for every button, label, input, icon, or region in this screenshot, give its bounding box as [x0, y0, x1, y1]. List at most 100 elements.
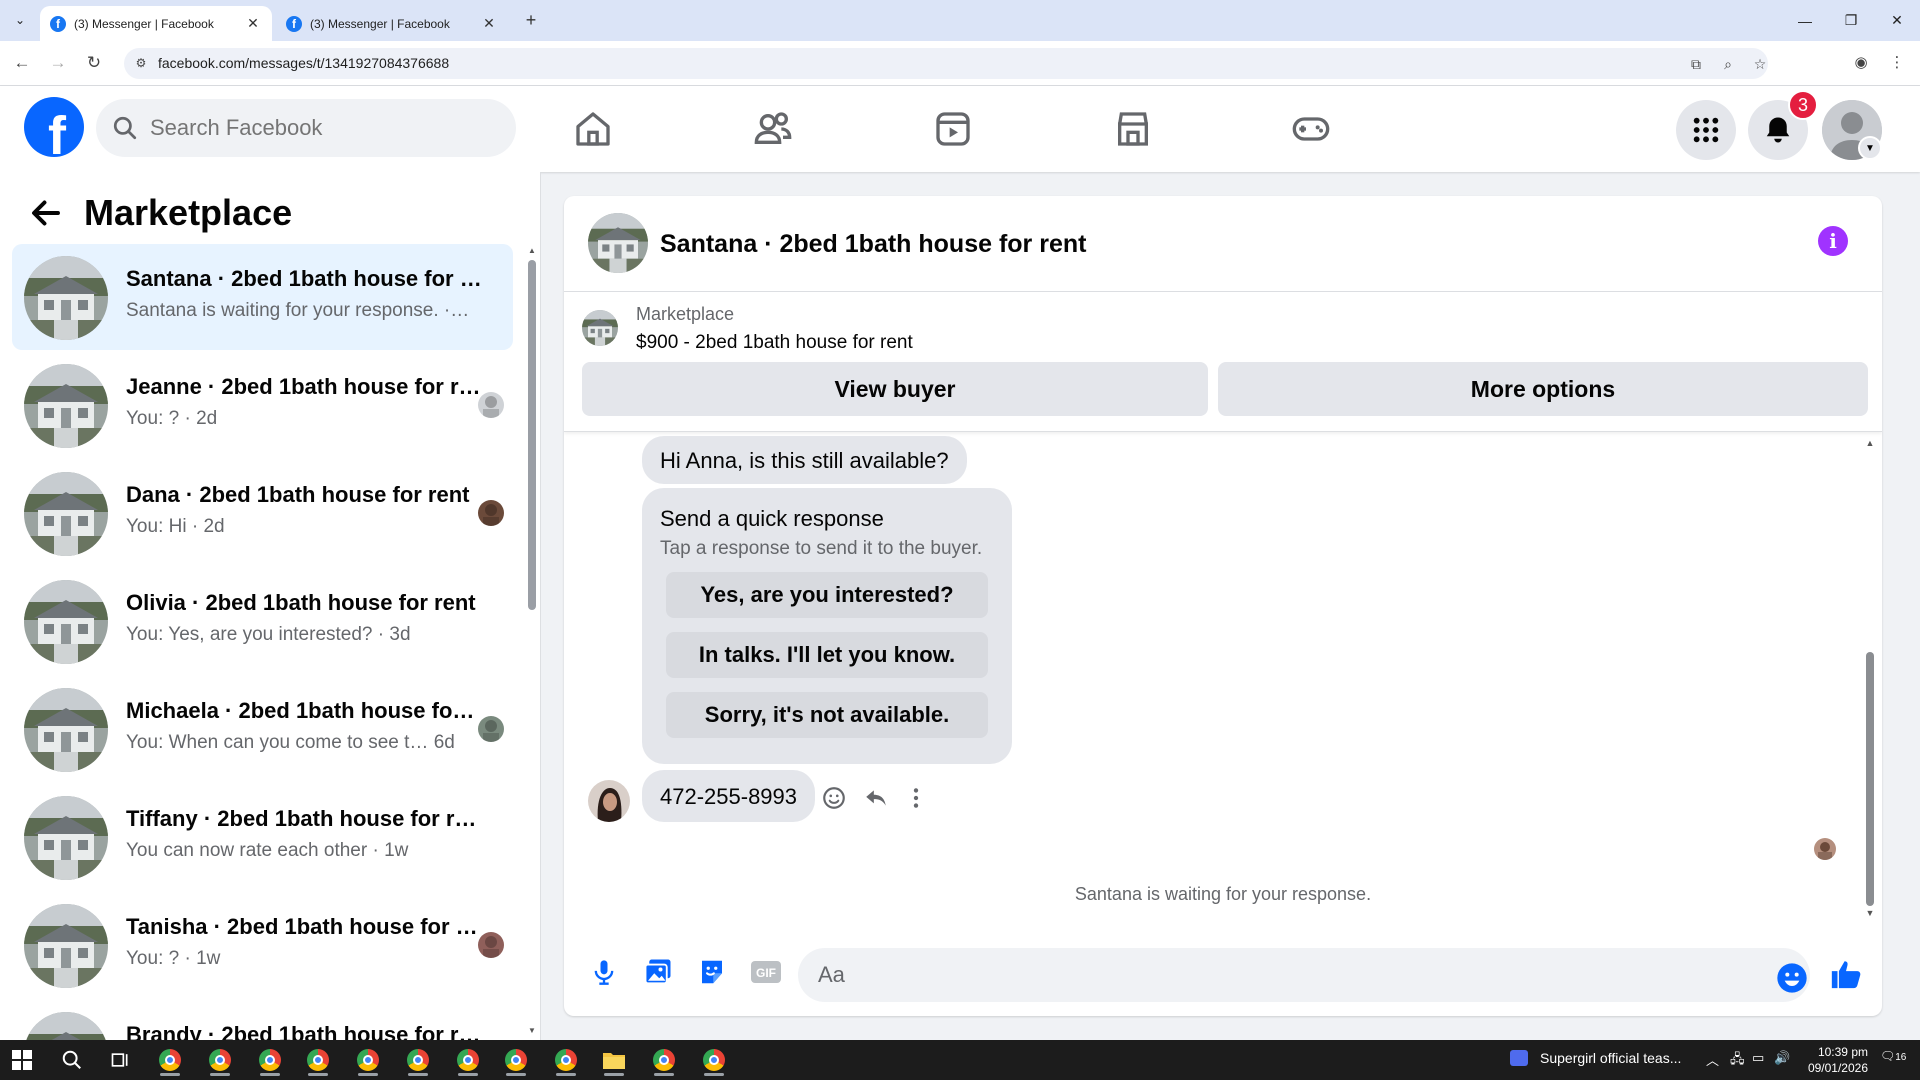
browser-tab-2[interactable]: f (3) Messenger | Facebook ✕: [276, 6, 508, 41]
chat-scrollbar[interactable]: [1866, 652, 1874, 906]
conversation-row[interactable]: Dana · 2bed 1bath house for rent You: Hi…: [12, 460, 513, 566]
conversation-row[interactable]: Brandy · 2bed 1bath house for rent: [12, 1000, 513, 1040]
chat-scroll-up-arrow-icon[interactable]: ▲: [1864, 438, 1876, 448]
chrome-taskbar-icon[interactable]: [250, 1044, 290, 1076]
search-box[interactable]: [96, 99, 516, 157]
media-widget[interactable]: Supergirl official teas...: [1510, 1050, 1681, 1066]
conversation-name: Michaela · 2bed 1bath house for rent: [126, 698, 482, 723]
file-explorer-icon[interactable]: [594, 1044, 634, 1076]
account-chevron-down-icon[interactable]: ▼: [1858, 136, 1882, 160]
windows-start-icon[interactable]: [12, 1050, 32, 1070]
scroll-up-arrow-icon[interactable]: ▲: [527, 246, 537, 255]
reload-icon[interactable]: ↻: [82, 51, 106, 75]
url-text[interactable]: facebook.com/messages/t/1341927084376688: [158, 55, 449, 71]
conversation-row[interactable]: Santana · 2bed 1bath house for rent Sant…: [12, 244, 513, 350]
bookmark-star-icon[interactable]: ☆: [1750, 54, 1770, 74]
chat-title[interactable]: Santana · 2bed 1bath house for rent: [660, 230, 1086, 259]
reply-arrow-icon[interactable]: [858, 780, 894, 816]
back-arrow-icon[interactable]: [28, 195, 64, 231]
notification-center-icon[interactable]: 🗨16: [1880, 1049, 1906, 1063]
friends-icon[interactable]: [750, 106, 796, 152]
clock-date: 09/01/2026: [1807, 1061, 1868, 1075]
network-icon[interactable]: 🖧: [1730, 1050, 1745, 1072]
install-app-icon[interactable]: ⧉: [1686, 54, 1706, 74]
chat-scroll-down-arrow-icon[interactable]: ▼: [1864, 908, 1876, 918]
view-buyer-button[interactable]: View buyer: [582, 362, 1208, 416]
conversation-row[interactable]: Tiffany · 2bed 1bath house for rent You …: [12, 784, 513, 890]
minimize-window-icon[interactable]: —: [1782, 0, 1828, 41]
photo-gallery-icon[interactable]: [638, 952, 678, 992]
new-tab-plus-icon[interactable]: +: [520, 9, 542, 31]
taskbar-search-icon[interactable]: [52, 1044, 92, 1076]
sticker-icon[interactable]: [692, 952, 732, 992]
close-tab-icon[interactable]: ✕: [244, 15, 262, 32]
listing-price[interactable]: $900 - 2bed 1bath house for rent: [636, 332, 913, 354]
chrome-taskbar-icon[interactable]: [644, 1044, 684, 1076]
conversation-row[interactable]: Tanisha · 2bed 1bath house for rent You:…: [12, 892, 513, 998]
more-vertical-icon[interactable]: [898, 780, 934, 816]
conversation-row[interactable]: Olivia · 2bed 1bath house for rent You: …: [12, 568, 513, 674]
incoming-message-bubble[interactable]: Hi Anna, is this still available?: [642, 436, 967, 484]
address-bar[interactable]: ⚙ facebook.com/messages/t/13419270843766…: [124, 48, 1768, 79]
battery-icon[interactable]: ▭: [1752, 1050, 1764, 1066]
sender-avatar[interactable]: [588, 780, 630, 822]
search-input[interactable]: [150, 115, 480, 141]
browser-tab-1[interactable]: f (3) Messenger | Facebook ✕: [40, 6, 272, 41]
tray-chevron-up-icon[interactable]: ︿: [1706, 1050, 1719, 1069]
system-clock[interactable]: 10:39 pm 09/01/2026: [1806, 1044, 1868, 1076]
emoji-icon[interactable]: [1772, 958, 1812, 998]
watch-video-icon[interactable]: [930, 106, 976, 152]
conversation-thumbnail: [24, 1012, 108, 1040]
chrome-menu-icon[interactable]: ⋮: [1886, 52, 1908, 74]
waiting-status-text: Santana is waiting for your response.: [1074, 884, 1372, 904]
tab-search-chevron-icon[interactable]: ⌄: [8, 8, 32, 32]
listing-thumbnail[interactable]: [582, 310, 618, 346]
sidebar-scrollbar[interactable]: [528, 260, 536, 610]
quick-reply-yes-button[interactable]: Yes, are you interested?: [666, 572, 988, 618]
chrome-taskbar-icon[interactable]: [496, 1044, 536, 1076]
conversation-preview: You: Yes, are you interested? · 3d: [126, 624, 471, 646]
menu-grid-icon[interactable]: [1676, 100, 1736, 160]
close-window-icon[interactable]: ✕: [1874, 0, 1920, 41]
microphone-icon[interactable]: [584, 952, 624, 992]
gif-icon[interactable]: GIF: [746, 952, 786, 992]
phone-number-message-bubble[interactable]: 472-255-8993: [642, 770, 816, 822]
site-info-icon[interactable]: ⚙: [132, 54, 150, 72]
preview-time: · 1w: [184, 948, 221, 969]
profile-icon[interactable]: ◉: [1850, 52, 1872, 74]
conversation-info-icon[interactable]: i: [1818, 226, 1848, 256]
quick-reply-in-talks-button[interactable]: In talks. I'll let you know.: [666, 632, 988, 678]
restore-window-icon[interactable]: ❐: [1828, 0, 1874, 41]
chrome-taskbar-icon[interactable]: [150, 1044, 190, 1076]
facebook-favicon-icon: f: [50, 15, 66, 32]
chrome-taskbar-icon[interactable]: [298, 1044, 338, 1076]
close-tab-icon[interactable]: ✕: [480, 15, 498, 32]
chrome-taskbar-icon[interactable]: [200, 1044, 240, 1076]
read-receipt-avatar: [478, 716, 504, 742]
chrome-taskbar-icon[interactable]: [448, 1044, 488, 1076]
marketplace-store-icon[interactable]: [1110, 106, 1156, 152]
conversation-row[interactable]: Michaela · 2bed 1bath house for rent You…: [12, 676, 513, 782]
read-receipt-avatar: [478, 932, 504, 958]
chrome-taskbar-icon[interactable]: [694, 1044, 734, 1076]
chat-avatar[interactable]: [588, 213, 648, 273]
scroll-down-arrow-icon[interactable]: ▼: [527, 1026, 537, 1035]
volume-icon[interactable]: 🔊: [1774, 1050, 1790, 1066]
react-smiley-icon[interactable]: [816, 780, 852, 816]
quick-reply-not-available-button[interactable]: Sorry, it's not available.: [666, 692, 988, 738]
zoom-icon[interactable]: ⌕: [1718, 54, 1738, 74]
chrome-taskbar-icon[interactable]: [348, 1044, 388, 1076]
facebook-logo-icon[interactable]: f: [24, 97, 84, 157]
more-options-button[interactable]: More options: [1218, 362, 1868, 416]
back-arrow-icon[interactable]: ←: [10, 51, 34, 75]
home-icon[interactable]: [570, 106, 616, 152]
gaming-controller-icon[interactable]: [1288, 106, 1334, 152]
chrome-taskbar-icon[interactable]: [546, 1044, 586, 1076]
thumbs-up-like-icon[interactable]: [1826, 954, 1866, 994]
conversation-row[interactable]: Jeanne · 2bed 1bath house for rent You: …: [12, 352, 513, 458]
quick-response-card: Send a quick response Tap a response to …: [642, 488, 1012, 764]
task-view-icon[interactable]: [100, 1044, 140, 1076]
message-input[interactable]: [798, 948, 1810, 1002]
chrome-taskbar-icon[interactable]: [398, 1044, 438, 1076]
forward-arrow-icon[interactable]: →: [46, 51, 70, 75]
